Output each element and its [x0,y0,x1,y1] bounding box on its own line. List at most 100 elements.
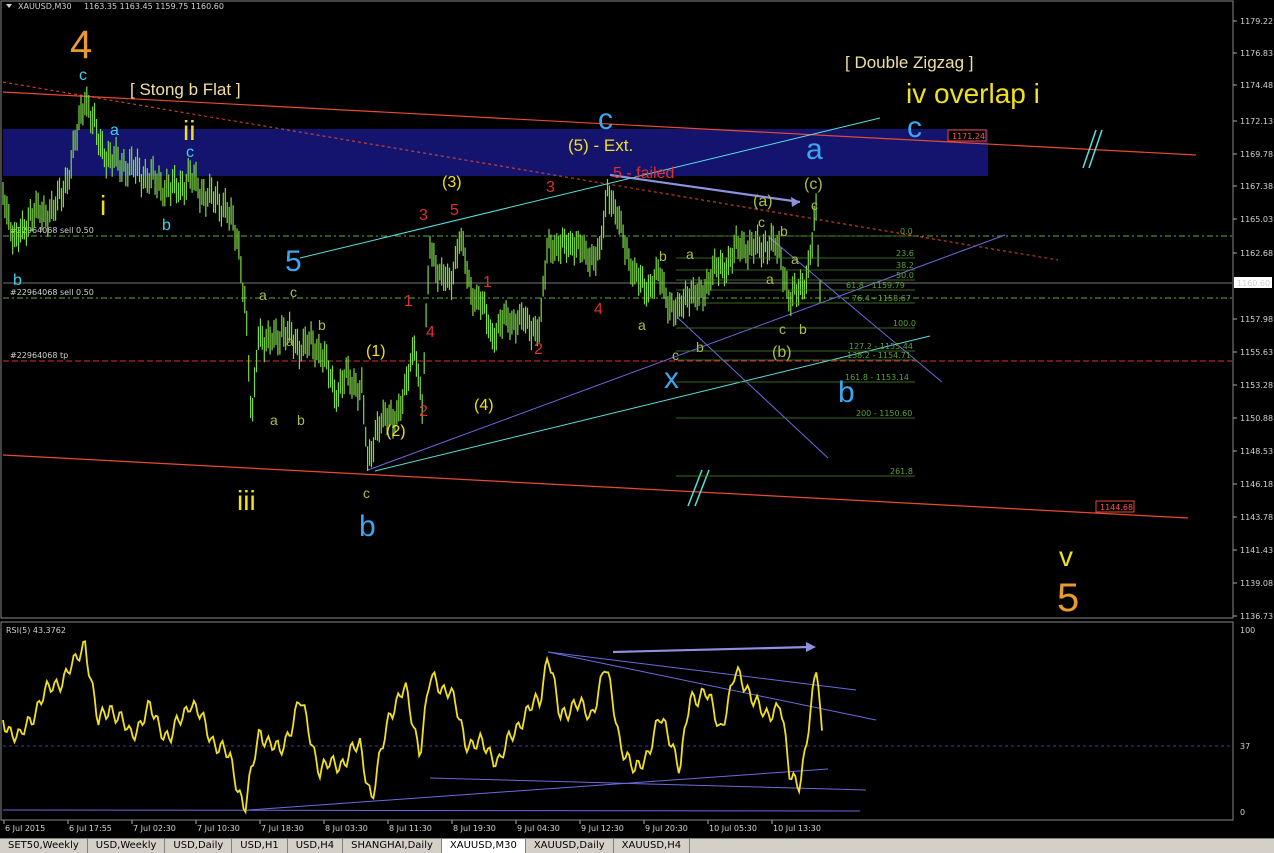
time-tick-label: 8 Jul 19:30 [453,824,496,833]
wave-label: 3 [546,179,555,196]
chart-header: XAUUSD,M30 1163.35 1163.45 1159.75 1160.… [6,2,224,11]
wave-label: (5) - Ext. [568,136,633,155]
wave-label: [ Double Zigzag ] [845,53,974,72]
tab-xauusd-h4[interactable]: XAUUSD,H4 [614,839,691,853]
wave-label: (4) [474,397,494,414]
wave-label: c [186,144,194,161]
rsi-tick-label: 37 [1240,742,1250,751]
price-tag-label: 1144.68 [1100,503,1133,512]
wave-label: 3 [419,207,428,224]
wave-label: c [79,67,87,84]
price-tick-label: 1174.48 [1240,81,1273,90]
fib-level-label: 76.4 - 1158.67 [852,294,911,303]
tab-xauusd-daily[interactable]: XAUUSD,Daily [526,839,614,853]
price-tick-label: 1179.22 [1240,17,1273,26]
price-axis: 1179.22 1176.83 1174.48 1172.13 1169.78 1167.… [1233,17,1273,817]
fib-level-label: 138.2 - 1154.71 [847,351,911,360]
price-tick-label: 1162.68 [1240,249,1273,258]
wave-label: (2) [386,423,406,440]
price-tick-label: 1139.08 [1240,579,1273,588]
wave-label: ii [183,115,195,146]
time-tick-label: 9 Jul 12:30 [581,824,624,833]
wave-label: x [664,362,679,395]
time-tick-label: 6 Jul 17:55 [69,824,112,833]
wave-label: b [659,248,667,264]
tab-usd-h1[interactable]: USD,H1 [232,839,288,853]
price-tick-label: 1172.13 [1240,117,1273,126]
wave-label: b [359,510,376,543]
wave-label: 4 [70,23,92,67]
wave-label: 4 [594,301,603,318]
wave-label: c [811,197,818,213]
price-tag-label: 1171.24 [952,132,985,141]
price-tick-label: 1148.53 [1240,447,1273,456]
ohlc-text: 1163.35 1163.45 1159.75 1160.60 [84,2,224,11]
wave-label: c [672,347,679,363]
wave-label: iv overlap i [906,78,1040,109]
tab-xauusd-m30[interactable]: XAUUSD,M30 [441,839,526,853]
wave-label: 4 [426,324,435,341]
wave-label: b [13,272,22,289]
wave-label: b [799,321,807,337]
wave-label: b [297,412,305,428]
price-tick-label: 1141.43 [1240,546,1273,555]
price-tick-label: 1150.88 [1240,414,1273,423]
wave-label: a [286,333,294,349]
wave-label: c [598,103,613,136]
fib-level-label: 0.0 [900,227,913,236]
time-tick-label: 7 Jul 02:30 [133,824,176,833]
wave-label: b [696,339,704,355]
wave-label: b [838,376,855,409]
wave-label: a [791,251,799,267]
tab-usd-h4[interactable]: USD,H4 [288,839,344,853]
rsi-tick-label: 100 [1240,626,1255,635]
wave-label: c [758,214,765,230]
fib-level-label: 23.6 [896,249,914,258]
price-tick-label: 1176.83 [1240,49,1273,58]
fib-level-label: 261.8 [890,467,913,476]
wave-label: 5 [1057,576,1079,620]
tab-usd-weekly[interactable]: USD,Weekly [88,839,166,853]
wave-label: b [162,217,171,234]
wave-label: (b) [772,344,792,361]
price-tick-label: 1167.38 [1240,182,1273,191]
price-tick-label: 1169.78 [1240,150,1273,159]
time-tick-label: 9 Jul 04:30 [517,824,560,833]
wave-label: i [100,190,106,221]
price-tick-label: 1153.28 [1240,381,1273,390]
order-label: #22964068 sell 0.50 [10,288,94,297]
wave-label: iii [237,485,256,516]
fib-level-label: 61.8 - 1159.79 [846,281,905,290]
wave-label: a [806,133,823,166]
price-tick-label: 1143.78 [1240,513,1273,522]
wave-label: a [259,287,267,303]
rsi-tick-label: 0 [1240,808,1245,817]
fib-level-label: 127.2 - 1155.44 [849,342,913,351]
chart-title: XAUUSD,M30 [18,2,72,11]
wave-label: 2 [534,341,543,358]
wave-label: 1 [483,274,492,291]
wave-label: c [907,111,922,144]
price-tick-label: 1157.98 [1240,315,1273,324]
time-tick-label: 7 Jul 18:30 [261,824,304,833]
wave-label: (a) [753,193,773,210]
price-tick-label: 1146.18 [1240,480,1273,489]
price-tick-label: 1165.03 [1240,215,1273,224]
wave-label: a [638,317,646,333]
wave-label: 2 [419,403,428,420]
tab-usd-daily[interactable]: USD,Daily [165,839,233,853]
wave-label: a [270,412,278,428]
wave-label: b [318,317,326,333]
time-tick-label: 7 Jul 10:30 [197,824,240,833]
time-tick-label: 9 Jul 20:30 [645,824,688,833]
tab-set50-weekly[interactable]: SET50,Weekly [0,839,88,853]
chart-canvas[interactable]: XAUUSD,M30 1163.35 1163.45 1159.75 1160.… [0,0,1274,838]
wave-label: c [779,321,786,337]
rsi-title: RSI(5) 43.3762 [6,626,66,635]
chart-tab-bar: SET50,Weekly USD,Weekly USD,Daily USD,H1… [0,838,1274,853]
fib-level-label: 100.0 [893,319,916,328]
tab-shanghai-daily[interactable]: SHANGHAI,Daily [343,839,442,853]
wave-label: 5 [450,202,459,219]
wave-label: 5 [285,245,302,278]
price-tick-label: 1155.63 [1240,348,1273,357]
